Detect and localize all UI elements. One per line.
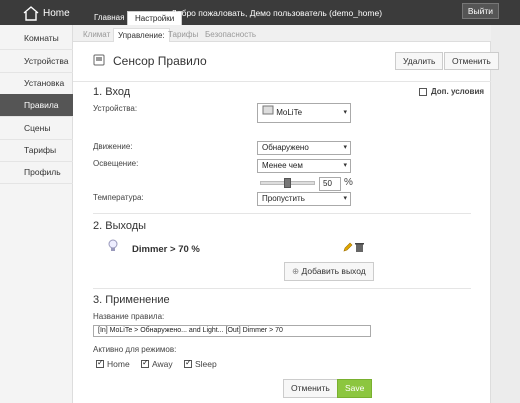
tab-security[interactable]: Безопасность — [205, 28, 256, 42]
top-bar: Home Главная Настройки Добро пожаловать,… — [0, 0, 520, 25]
sidebar: Комнаты Устройства Установка Правила Сце… — [0, 25, 73, 403]
lightbulb-icon — [108, 239, 118, 255]
rule-header: Сенсор Правило Удалить Отменить — [73, 42, 499, 82]
motion-value: Обнаружено — [262, 143, 309, 152]
app-logo[interactable]: Home — [22, 4, 70, 22]
light-select[interactable]: Менее чем ▾ — [257, 159, 351, 173]
edit-icon[interactable] — [343, 242, 353, 254]
sidebar-item-setup[interactable]: Установка — [0, 72, 73, 95]
output-text: Dimmer > 70 % — [132, 244, 200, 255]
devices-label: Устройства: — [93, 104, 138, 113]
light-level-input[interactable]: 50 — [319, 177, 341, 191]
mode-away-label: Away — [152, 359, 173, 369]
add-output-button[interactable]: ⊕ Добавить выход — [284, 262, 374, 281]
sidebar-item-devices[interactable]: Устройства — [0, 50, 73, 73]
save-button[interactable]: Save — [337, 379, 373, 398]
mode-sleep-checkbox[interactable] — [184, 358, 192, 368]
chevron-down-icon: ▾ — [343, 195, 347, 202]
light-label: Освещение: — [93, 159, 139, 168]
divider — [93, 288, 471, 289]
output-section-title: 2. Выходы — [93, 220, 147, 232]
motion-select[interactable]: Обнаружено ▾ — [257, 141, 351, 155]
welcome-text: Добро пожаловать, Демо пользователь (dem… — [171, 8, 383, 18]
apply-section-title: 3. Применение — [93, 294, 170, 306]
tab-tariffs[interactable]: Тарифы — [168, 28, 198, 42]
divider — [93, 213, 471, 214]
sub-tabs: Климат Управление: Тарифы Безопасность — [73, 25, 491, 42]
header-cancel-button[interactable]: Отменить — [444, 52, 499, 70]
light-value: Менее чем — [262, 161, 303, 170]
home-icon — [22, 5, 40, 21]
device-select[interactable]: MoLiTe ▾ — [257, 103, 351, 123]
sidebar-item-rules[interactable]: Правила — [0, 94, 73, 117]
mode-home-label: Home — [107, 359, 130, 369]
light-slider[interactable] — [260, 178, 315, 188]
add-output-label: Добавить выход — [301, 266, 366, 276]
chevron-down-icon: ▾ — [343, 162, 347, 169]
temperature-select[interactable]: Пропустить ▾ — [257, 192, 351, 206]
chevron-down-icon: ▾ — [343, 109, 347, 116]
sidebar-item-tariffs[interactable]: Тарифы — [0, 139, 73, 162]
main-tab-home[interactable]: Главная — [87, 11, 131, 25]
extra-conditions-checkbox[interactable] — [419, 88, 427, 96]
delete-button[interactable]: Удалить — [395, 52, 444, 70]
slider-thumb[interactable] — [284, 178, 291, 188]
page-title: Сенсор Правило — [113, 54, 207, 68]
percent-sign: % — [344, 177, 353, 188]
plus-icon: ⊕ — [292, 266, 300, 276]
tab-control[interactable]: Управление: — [113, 28, 170, 42]
trash-icon[interactable] — [355, 242, 364, 254]
footer-cancel-button[interactable]: Отменить — [283, 379, 338, 398]
sensor-icon — [93, 54, 105, 66]
chevron-down-icon: ▾ — [343, 144, 347, 151]
temperature-value: Пропустить — [262, 194, 305, 203]
mode-away-checkbox[interactable] — [141, 358, 149, 368]
modes-label: Активно для режимов: — [93, 345, 177, 354]
rule-name-input[interactable]: [In] MoLiTe > Обнаружено... and Light...… — [93, 325, 371, 337]
sidebar-item-profile[interactable]: Профиль — [0, 161, 73, 184]
sidebar-item-scenes[interactable]: Сцены — [0, 117, 73, 140]
rule-name-label: Название правила: — [93, 312, 165, 321]
device-icon — [262, 104, 274, 122]
temperature-label: Температура: — [93, 193, 144, 202]
tab-climate[interactable]: Климат — [83, 28, 110, 42]
input-section-title: 1. Вход — [93, 86, 131, 98]
device-name: MoLiTe — [276, 108, 303, 117]
mode-home-checkbox[interactable] — [96, 358, 104, 368]
motion-label: Движение: — [93, 142, 133, 151]
mode-sleep-label: Sleep — [195, 359, 217, 369]
rule-editor-panel: Сенсор Правило Удалить Отменить 1. Вход … — [73, 42, 499, 403]
logout-button[interactable]: Выйти — [461, 3, 499, 19]
extra-conditions-label: Доп. условия — [431, 87, 485, 96]
app-title: Home — [43, 7, 70, 19]
sidebar-item-rooms[interactable]: Комнаты — [0, 27, 73, 50]
